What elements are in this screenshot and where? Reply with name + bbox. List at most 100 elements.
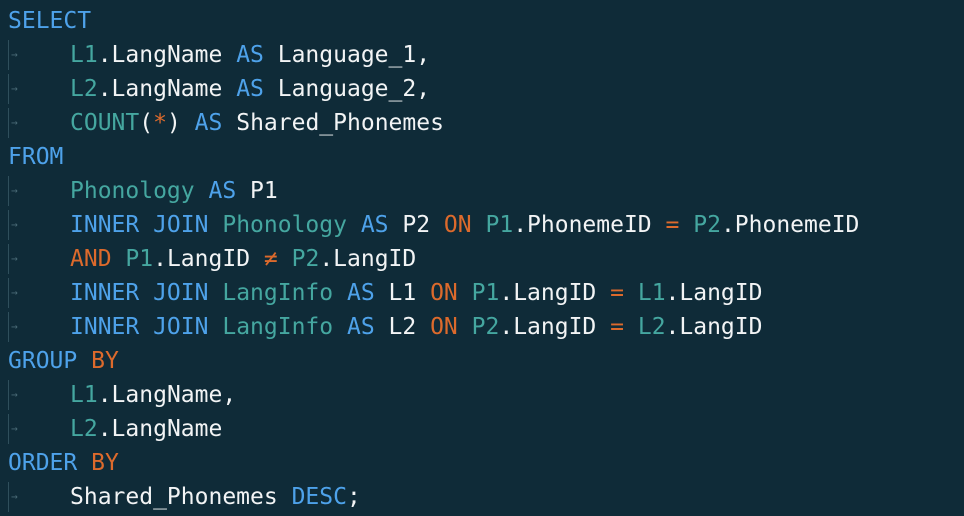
code-token: COUNT [70,110,140,136]
code-token: P1 [485,212,514,238]
code-token: = [610,280,624,306]
code-token: INNER JOIN [70,280,209,306]
code-line[interactable]: FROM [0,140,63,174]
code-token: AS [194,110,223,136]
code-token: ON [443,212,472,238]
code-token: ; [346,484,361,510]
code-token: BY [91,348,119,374]
code-line[interactable]: ORDER BY [0,446,119,480]
code-token: AS [236,76,264,102]
code-token: ON [430,280,458,306]
indent-guide: → [0,242,70,276]
code-token: AND [70,246,112,272]
code-token: DESC [291,484,347,510]
code-token: ≠ [263,246,278,272]
code-token: .LangID [665,280,763,306]
code-token: Language_2, [263,76,431,102]
indent-guide: → [0,208,70,242]
tab-arrow-icon: → [11,218,18,231]
code-token: = [665,212,680,238]
code-token: P2 [291,246,320,272]
code-token: L2 [637,314,666,340]
code-token: LangInfo [222,280,334,306]
code-line[interactable]: → L2.LangName [0,412,222,446]
code-token: .LangID [499,314,611,340]
code-token: AS [208,178,237,204]
code-token: P2 [471,314,500,340]
code-line[interactable]: → INNER JOIN Phonology AS P2 ON P1.Phonem… [0,208,859,242]
code-token: AS [346,280,375,306]
code-token: SELECT [8,8,92,34]
code-token: P1 [236,178,278,204]
tab-arrow-icon: → [11,490,18,503]
code-line[interactable]: → INNER JOIN LangInfo AS L2 ON P2.LangID … [0,310,762,344]
tab-arrow-icon: → [11,320,18,333]
code-token: AS [360,212,389,238]
code-token: INNER JOIN [70,212,209,238]
indent-guide: → [0,480,70,514]
code-token: INNER JOIN [70,314,209,340]
code-line[interactable]: → AND P1.LangID ≠ P2.LangID [0,242,416,276]
code-token: * [153,110,167,136]
tab-arrow-icon: → [11,116,18,129]
code-token: Phonology [222,212,347,238]
code-line[interactable]: → L2.LangName AS Language_2, [0,72,430,106]
code-token: Phonology [70,178,195,204]
code-token: ORDER [8,450,78,476]
code-token: L1 [374,280,431,306]
code-token: P1 [125,246,154,272]
code-line[interactable]: → Phonology AS P1 [0,174,278,208]
code-line[interactable]: → L1.LangName AS Language_1, [0,38,430,72]
code-token: ON [430,314,458,340]
indent-guide: → [0,378,70,412]
code-token: LangInfo [222,314,334,340]
tab-arrow-icon: → [11,286,18,299]
code-line[interactable]: → L1.LangName, [0,378,236,412]
code-token: GROUP [8,348,78,374]
code-token: P2 [693,212,721,238]
code-line[interactable]: → Shared_Phonemes DESC; [0,480,361,514]
indent-guide: → [0,276,70,310]
code-token: .LangID [153,246,264,272]
code-token: .LangID [319,246,417,272]
tab-arrow-icon: → [11,82,18,95]
code-editor[interactable]: ' SELECT→L1.LangName AS Language_1,→L2.L… [0,0,964,516]
code-line[interactable]: → INNER JOIN LangInfo AS L1 ON P1.LangID … [0,276,762,310]
code-token: L2 [374,314,431,340]
tab-arrow-icon: → [11,252,18,265]
code-token: L1 [70,42,98,68]
code-token: .LangName [97,416,223,442]
code-line[interactable]: GROUP BY [0,344,119,378]
code-token: .LangName [97,42,237,68]
code-token: .LangID [499,280,611,306]
code-token: Shared_Phonemes [222,110,444,136]
code-token: .PhonemeID [513,212,666,238]
code-token: P1 [471,280,500,306]
indent-guide: → [0,72,70,106]
code-token: BY [91,450,119,476]
code-line[interactable]: → COUNT(*) AS Shared_Phonemes [0,106,444,140]
tab-arrow-icon: → [11,48,18,61]
indent-guide: → [0,412,70,446]
code-token: ) [166,110,195,136]
code-line[interactable]: SELECT [0,4,91,38]
indent-guide: → [0,310,70,344]
code-token: AS [236,42,264,68]
code-token: .PhonemeID [720,212,860,238]
code-token: L2 [70,416,98,442]
